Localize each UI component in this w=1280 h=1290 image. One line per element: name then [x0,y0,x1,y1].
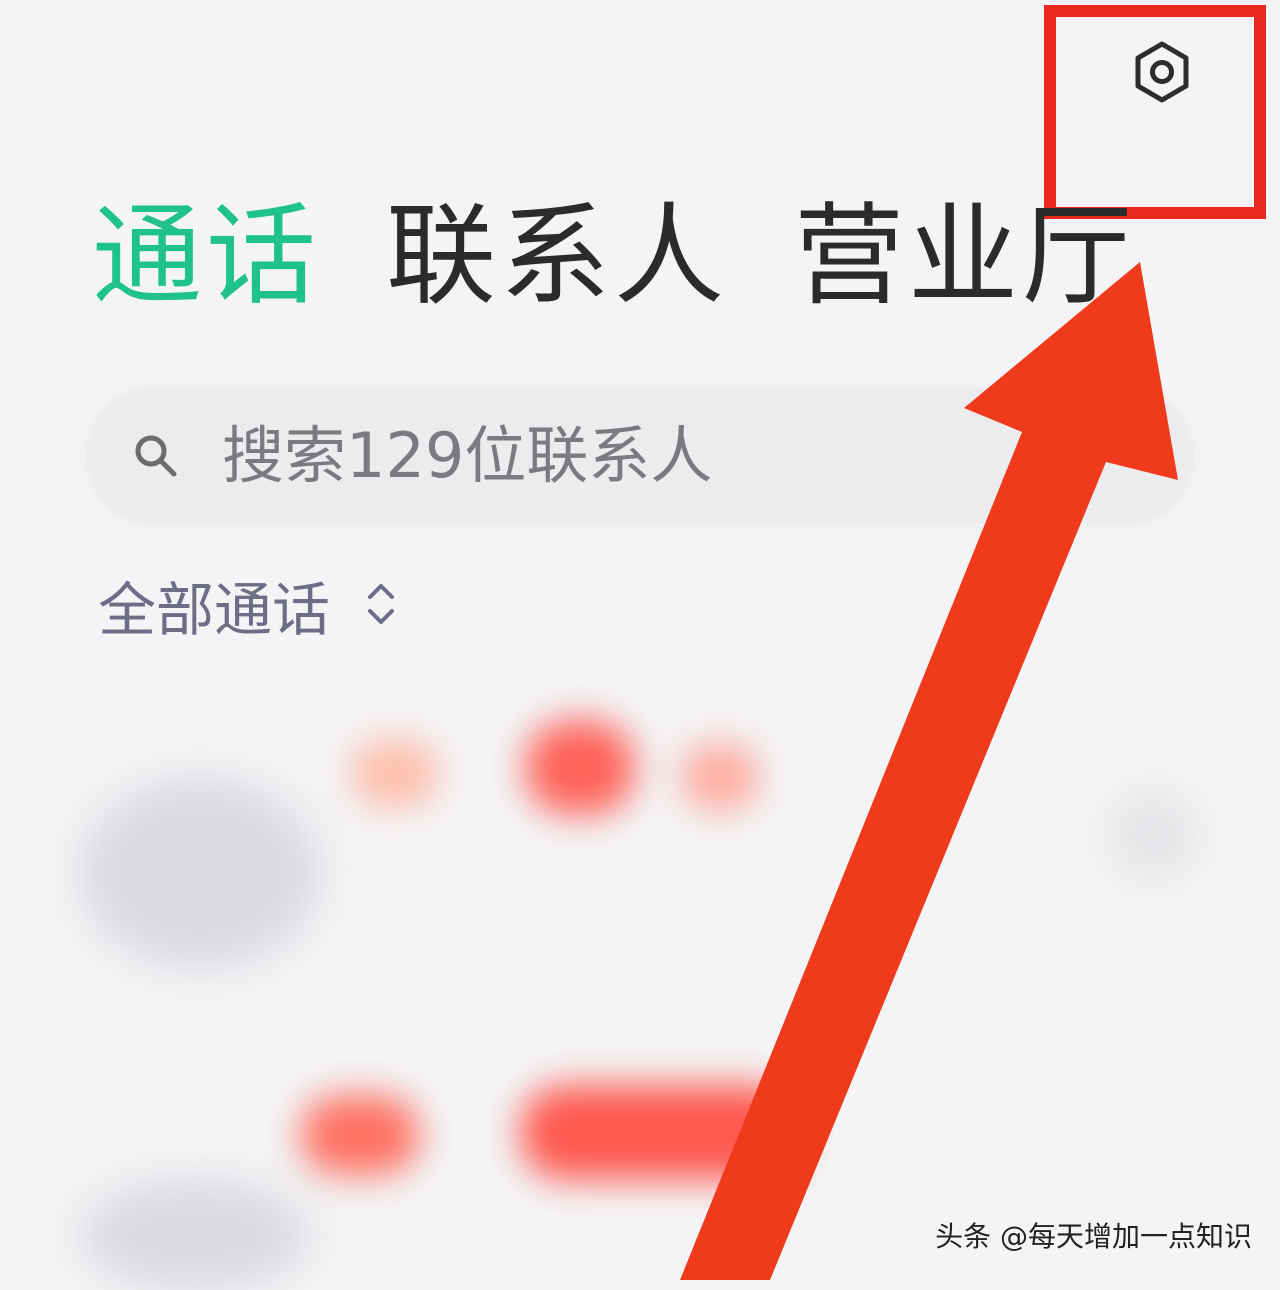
tab-business-hall[interactable]: 营业厅 [794,186,1136,326]
blurred-contact-name-2 [300,1075,800,1195]
search-icon [132,432,180,480]
filter-label: 全部通话 [98,576,331,644]
search-placeholder: 搜索129位联系人 [222,419,713,492]
tab-calls[interactable]: 通话 [92,186,320,326]
blurred-trailing-icon [1108,790,1198,880]
blurred-contact-name-1 [340,720,760,830]
top-tabs: 通话 联系人 营业厅 [92,186,1136,326]
sort-chevrons-icon [364,579,398,629]
tab-contacts[interactable]: 联系人 [386,186,728,326]
search-bar[interactable]: 搜索129位联系人 [86,388,1194,524]
contact-avatar-1 [80,778,320,968]
call-filter[interactable]: 全部通话 [98,572,398,648]
watermark-text: 头条 @每天增加一点知识 [935,1220,1252,1253]
contact-avatar-2 [80,1180,310,1290]
